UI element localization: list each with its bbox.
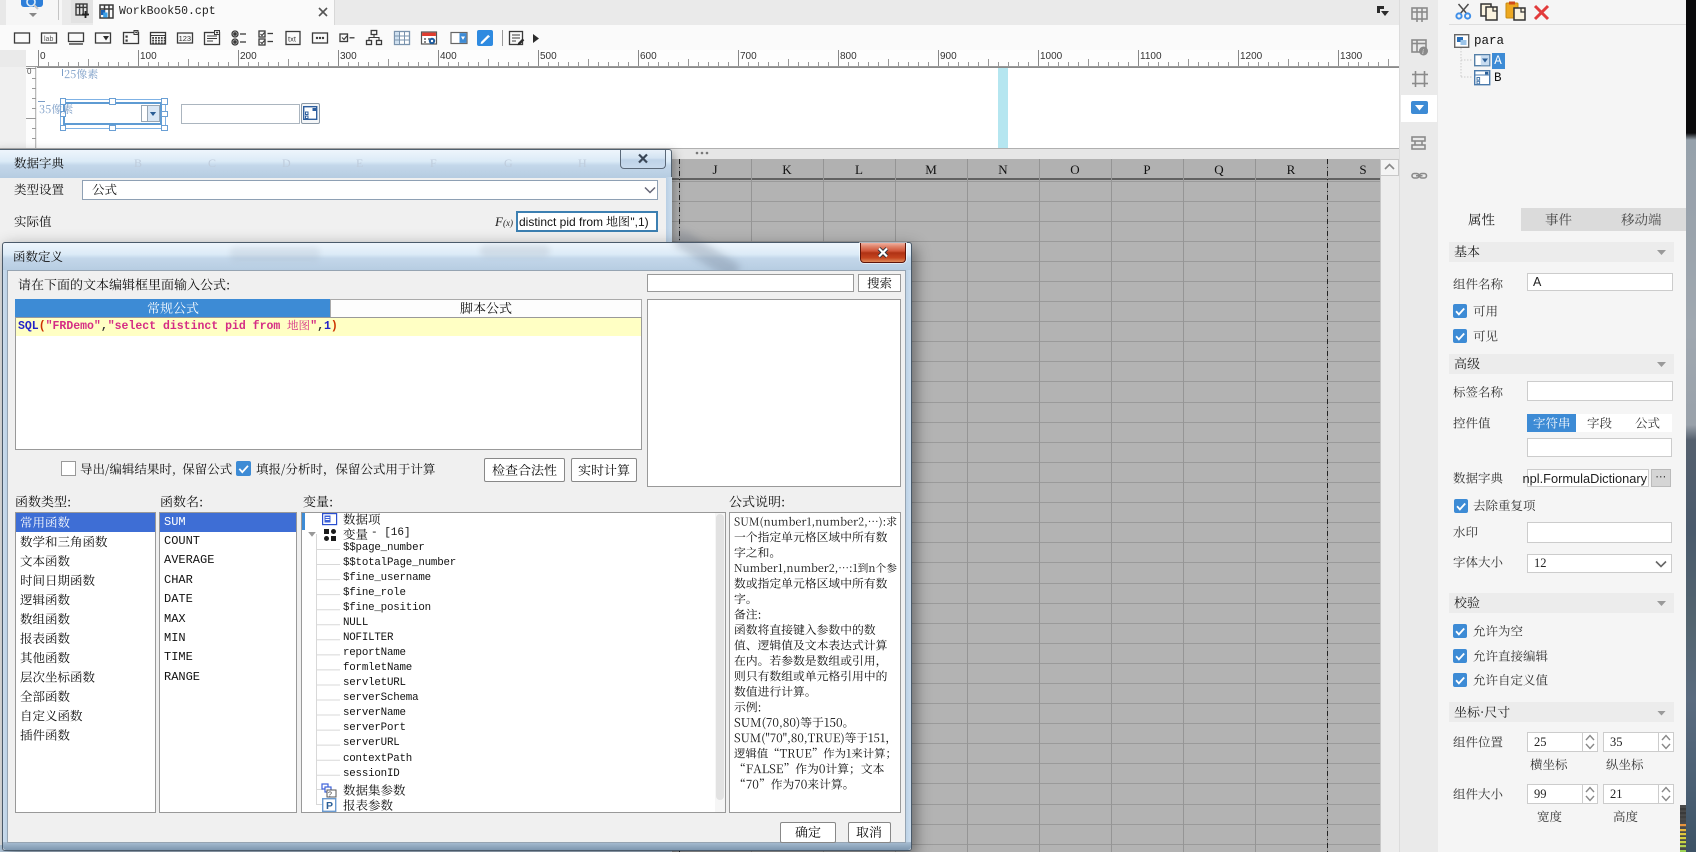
svg-text:P: P (326, 800, 333, 812)
svg-text:123: 123 (178, 34, 191, 43)
svg-text:lab: lab (44, 36, 53, 43)
svg-text:?: ? (328, 791, 332, 798)
svg-text:txt: txt (288, 35, 297, 44)
svg-text:i: i (1422, 48, 1424, 56)
